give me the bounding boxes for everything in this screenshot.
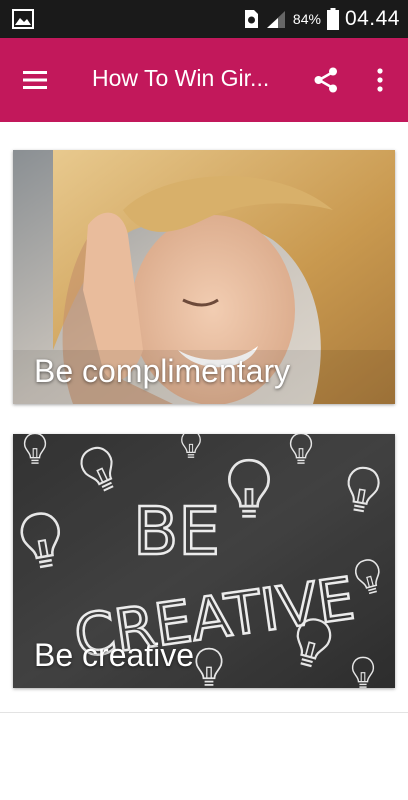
battery-percent: 84% bbox=[292, 11, 321, 27]
sim-icon bbox=[244, 10, 258, 28]
menu-icon[interactable] bbox=[22, 68, 48, 92]
more-vert-icon[interactable] bbox=[370, 66, 390, 94]
status-icons: 84% 04.44 bbox=[243, 0, 400, 38]
clock: 04.44 bbox=[344, 7, 400, 30]
card-be-complimentary[interactable]: Be complimentary bbox=[13, 150, 395, 404]
status-bar: 84% 04.44 bbox=[0, 0, 408, 38]
signal-icon bbox=[266, 11, 285, 28]
app-title: How To Win Gir... bbox=[92, 65, 270, 91]
share-icon[interactable] bbox=[312, 66, 340, 94]
gallery-icon bbox=[12, 9, 34, 29]
card-caption: Be creative bbox=[34, 637, 195, 673]
divider bbox=[0, 712, 408, 713]
app-bar: How To Win Gir... bbox=[0, 38, 408, 122]
card-be-creative[interactable]: BE CREATIVE Be creative bbox=[13, 434, 395, 688]
content-list: Be complimentary BE CREATIVE Be creative bbox=[0, 122, 408, 800]
chalk-text-be: BE bbox=[133, 493, 220, 570]
battery-icon bbox=[326, 8, 339, 30]
card-caption: Be complimentary bbox=[34, 353, 291, 389]
